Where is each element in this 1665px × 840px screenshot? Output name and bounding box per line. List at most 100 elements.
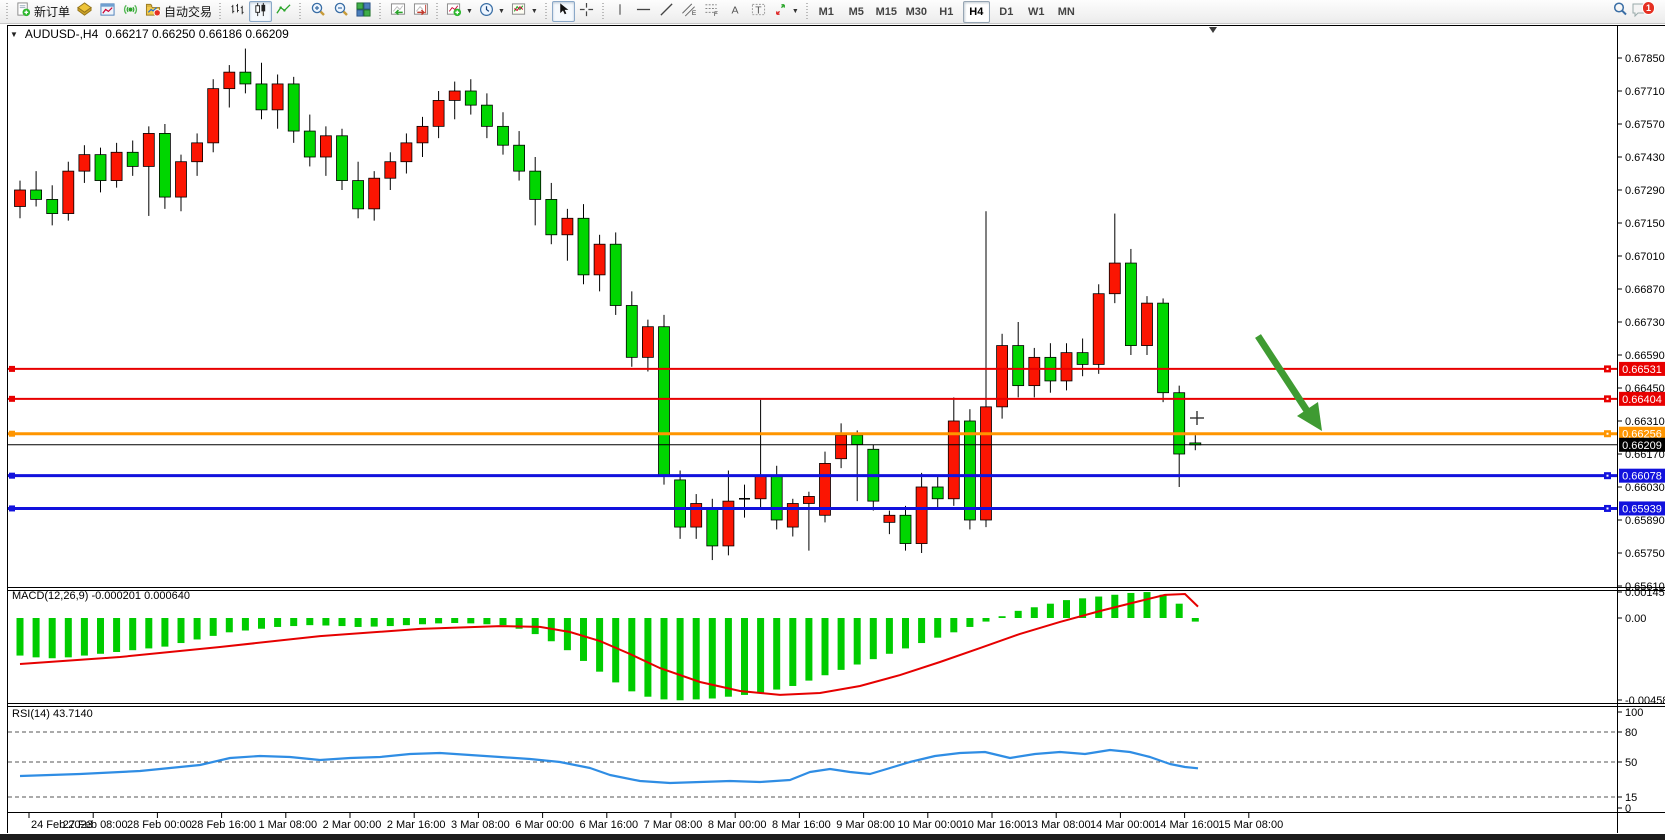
svg-text:0.66078: 0.66078 bbox=[1622, 471, 1662, 483]
candle-up bbox=[803, 496, 814, 503]
candle-up bbox=[981, 407, 992, 520]
search-icon bbox=[1612, 1, 1628, 22]
chart-shift-button[interactable] bbox=[409, 1, 432, 22]
macd-axis-label: 0.00 bbox=[1625, 613, 1646, 625]
timeframe-button-M15[interactable]: M15 bbox=[873, 1, 900, 23]
autoscroll-icon bbox=[390, 2, 406, 22]
candlestick-chart-button[interactable] bbox=[249, 1, 272, 22]
macd-axis-label: -0.004585 bbox=[1625, 695, 1665, 707]
periods-clock-button[interactable]: ▼ bbox=[476, 1, 508, 22]
tile-windows-icon bbox=[356, 2, 371, 22]
toolbar-grip[interactable] bbox=[5, 3, 10, 21]
macd-histogram-bar bbox=[950, 618, 957, 632]
chart-canvas[interactable]: 0.678500.677100.675700.674300.672900.671… bbox=[0, 0, 1665, 840]
macd-histogram-bar bbox=[1047, 604, 1054, 618]
fibonacci-icon: F bbox=[704, 2, 720, 22]
time-axis-label: 2 Mar 00:00 bbox=[323, 819, 382, 831]
vertical-line-button[interactable] bbox=[609, 1, 632, 22]
candle-up bbox=[1061, 353, 1072, 381]
hline-left-handle[interactable] bbox=[9, 473, 15, 479]
autotrade-button[interactable]: 自动交易 bbox=[142, 1, 215, 22]
add-indicator-button[interactable]: ▼ bbox=[443, 1, 476, 22]
hline-price-label: 0.66078 bbox=[1619, 469, 1665, 483]
candle-up bbox=[272, 84, 283, 110]
svg-text:F: F bbox=[714, 11, 718, 17]
timeframe-button-W1[interactable]: W1 bbox=[1023, 1, 1050, 23]
rsi-indicator-label: RSI(14) 43.7140 bbox=[12, 708, 93, 720]
candle-up bbox=[385, 162, 396, 178]
macd-histogram-bar bbox=[242, 618, 249, 631]
templates-button[interactable]: ▼ bbox=[508, 1, 541, 22]
timeframe-button-D1[interactable]: D1 bbox=[993, 1, 1020, 23]
candle-down bbox=[964, 421, 975, 520]
price-axis-label: 0.66310 bbox=[1625, 416, 1665, 428]
search-button[interactable] bbox=[1608, 1, 1631, 22]
toolbar-grip[interactable] bbox=[601, 3, 606, 21]
hline-left-handle[interactable] bbox=[9, 505, 15, 511]
text-button[interactable]: A bbox=[724, 1, 747, 22]
equidistant-channel-button[interactable]: E bbox=[678, 1, 701, 22]
macd-histogram-bar bbox=[81, 618, 88, 656]
toolbar-grip[interactable] bbox=[378, 3, 383, 21]
clock-icon bbox=[479, 2, 494, 22]
macd-histogram-bar bbox=[387, 618, 394, 626]
arrows-objects-button[interactable]: ▼ bbox=[770, 1, 802, 22]
horizontal-line-button[interactable] bbox=[632, 1, 655, 22]
timeframe-button-M5[interactable]: M5 bbox=[843, 1, 870, 23]
macd-histogram-bar bbox=[65, 618, 72, 657]
candle-down bbox=[127, 152, 138, 166]
notifications-button[interactable]: 1 bbox=[1631, 1, 1649, 23]
profiles-button[interactable] bbox=[96, 1, 119, 22]
rsi-axis-label: 0 bbox=[1625, 803, 1631, 815]
cursor-button[interactable] bbox=[552, 1, 575, 22]
dropdown-caret-icon: ▼ bbox=[792, 8, 799, 15]
macd-histogram-bar bbox=[822, 618, 829, 675]
line-chart-button[interactable] bbox=[272, 1, 295, 22]
timeframe-button-M1[interactable]: M1 bbox=[813, 1, 840, 23]
timeframe-button-H1[interactable]: H1 bbox=[933, 1, 960, 23]
hline-left-handle[interactable] bbox=[9, 431, 15, 437]
candle-down bbox=[852, 435, 863, 444]
tile-windows-button[interactable] bbox=[352, 1, 375, 22]
autoscroll-button[interactable] bbox=[386, 1, 409, 22]
candle-down bbox=[288, 84, 299, 131]
macd-histogram-bar bbox=[902, 618, 909, 648]
hline-left-handle[interactable] bbox=[9, 396, 15, 402]
time-axis-label: 13 Mar 08:00 bbox=[1026, 819, 1091, 831]
timeframe-button-M30[interactable]: M30 bbox=[903, 1, 930, 23]
candle-up bbox=[320, 136, 331, 157]
macd-axis-label: 0.001455 bbox=[1625, 587, 1665, 599]
trendline-button[interactable] bbox=[655, 1, 678, 22]
macd-histogram-bar bbox=[709, 618, 716, 699]
toolbar-grip[interactable] bbox=[544, 3, 549, 21]
signals-button[interactable] bbox=[119, 1, 142, 22]
hline-left-handle[interactable] bbox=[9, 366, 15, 372]
macd-histogram-bar bbox=[773, 618, 780, 690]
new-chart-button[interactable] bbox=[73, 1, 96, 22]
toolbar-grip[interactable] bbox=[805, 3, 810, 21]
price-axis-label: 0.67150 bbox=[1625, 218, 1665, 230]
macd-histogram-bar bbox=[918, 618, 925, 643]
macd-histogram-bar bbox=[983, 618, 990, 622]
toolbar-grip[interactable] bbox=[435, 3, 440, 21]
price-axis-label: 0.66590 bbox=[1625, 350, 1665, 362]
zoom-in-button[interactable] bbox=[306, 1, 329, 22]
svg-text:0.66404: 0.66404 bbox=[1622, 394, 1662, 406]
new-order-button[interactable]: 新订单 bbox=[13, 1, 73, 22]
timeframe-button-H4[interactable]: H4 bbox=[963, 1, 990, 23]
time-axis-label: 10 Mar 16:00 bbox=[962, 819, 1027, 831]
toolbar-grip[interactable] bbox=[218, 3, 223, 21]
candle-up bbox=[15, 190, 26, 206]
bar-chart-button[interactable] bbox=[226, 1, 249, 22]
macd-histogram-bar bbox=[258, 618, 265, 629]
zoom-out-button[interactable] bbox=[329, 1, 352, 22]
crosshair-button[interactable] bbox=[575, 1, 598, 22]
cursor-arrow-icon bbox=[557, 2, 570, 21]
fibonacci-button[interactable]: F bbox=[701, 1, 724, 22]
chart-dropdown-icon[interactable]: ▼ bbox=[10, 30, 18, 39]
macd-histogram-bar bbox=[1031, 607, 1038, 618]
toolbar-grip[interactable] bbox=[298, 3, 303, 21]
timeframe-button-MN[interactable]: MN bbox=[1053, 1, 1080, 23]
text-label-button[interactable]: T bbox=[747, 1, 770, 22]
macd-histogram-bar bbox=[483, 618, 490, 624]
